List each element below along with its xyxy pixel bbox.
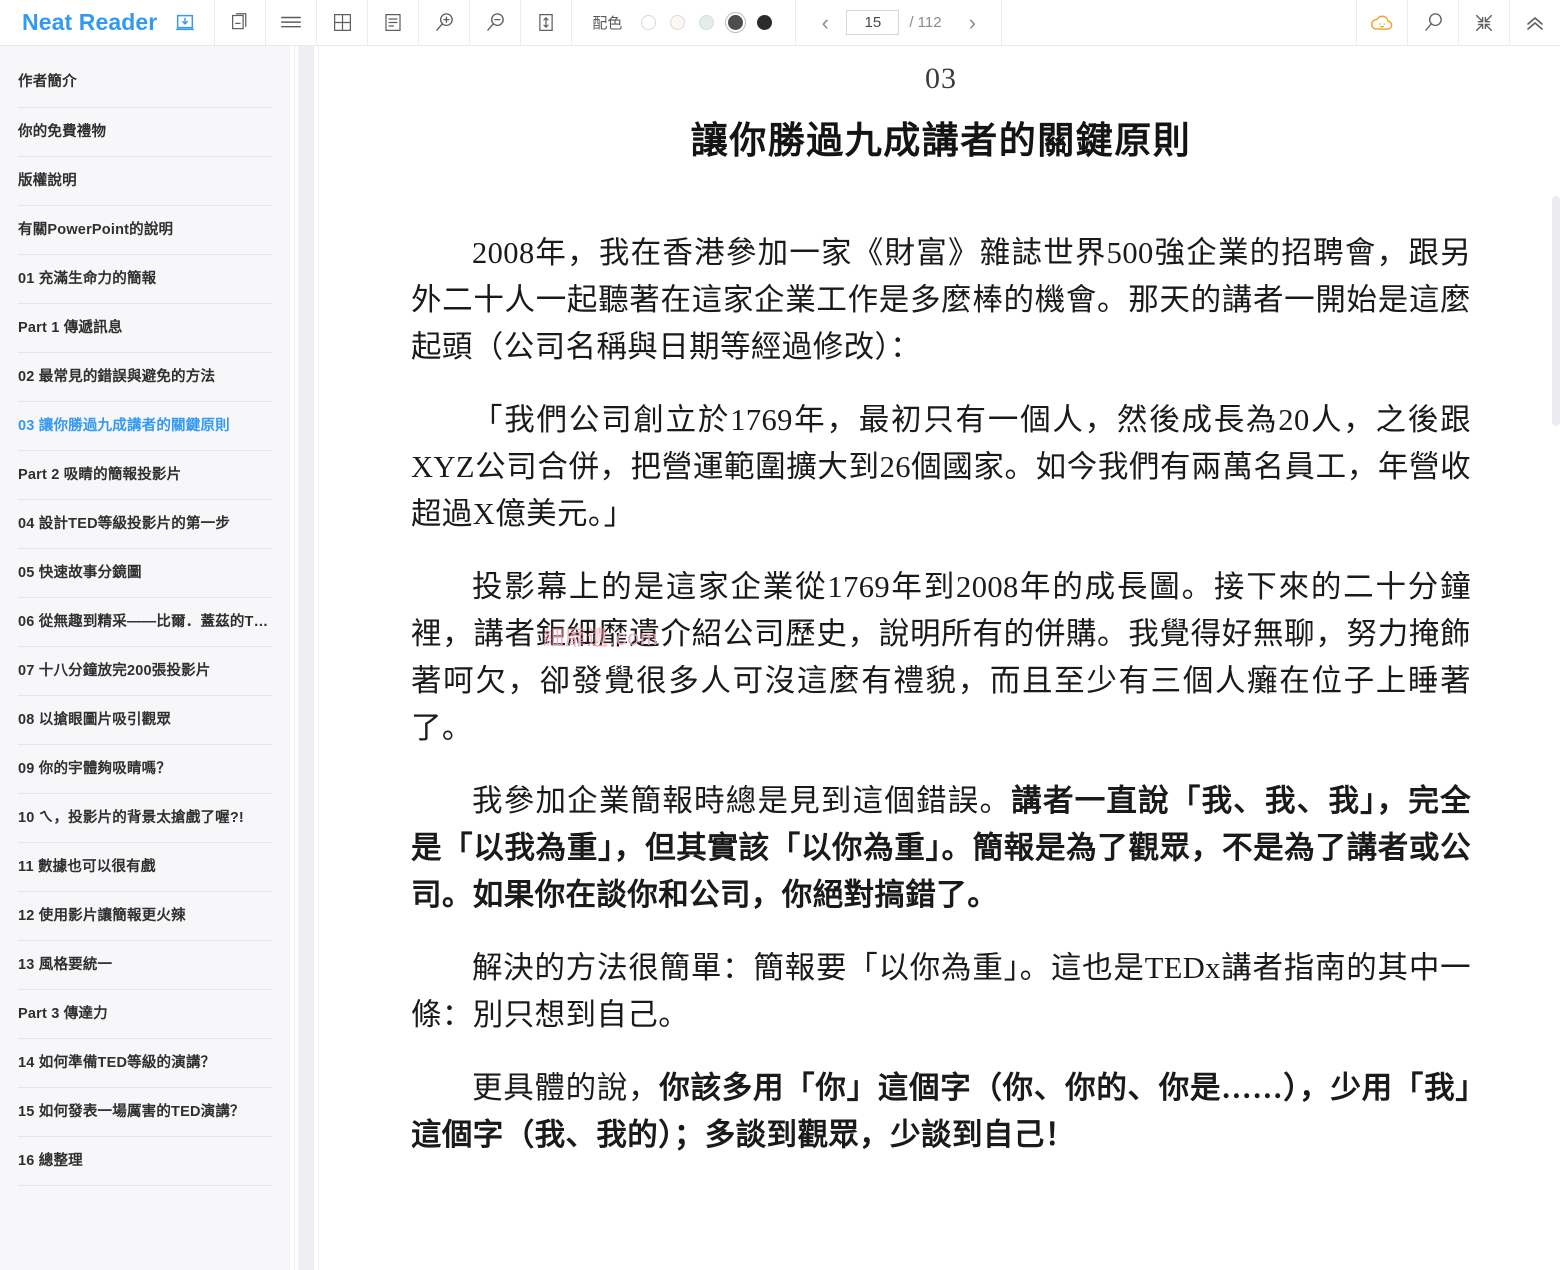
- theme-swatch-cream[interactable]: [670, 15, 686, 30]
- sidebar-toc[interactable]: 作者簡介 你的免費禮物 版權說明 有關PowerPoint的說明 01 充滿生命…: [0, 46, 290, 1270]
- gutter-line-left: [294, 46, 295, 1270]
- compress-icon[interactable]: [1459, 0, 1509, 46]
- paragraph-6-normal: 更具體的說，: [472, 1071, 660, 1105]
- prev-page-button[interactable]: ‹: [814, 10, 836, 36]
- theme-swatch-black[interactable]: [757, 15, 773, 30]
- sidebar-item-12[interactable]: 07 十八分鐘放完200張投影片: [18, 647, 272, 696]
- sidebar-item-5[interactable]: Part 1 傳遞訊息: [18, 304, 272, 353]
- line-height-icon[interactable]: [521, 0, 571, 46]
- paragraph-1: 2008年，我在香港參加一家《財富》雜誌世界500強企業的招聘會，跟另外二十人一…: [411, 236, 1471, 364]
- grid-view-icon[interactable]: [317, 0, 367, 46]
- sidebar-item-4[interactable]: 01 充滿生命力的簡報: [18, 255, 272, 304]
- sidebar-item-14[interactable]: 09 你的宇體夠吸睛嗎？: [18, 745, 272, 794]
- sidebar-item-3[interactable]: 有關PowerPoint的說明: [18, 206, 272, 255]
- color-theme-group: 配色: [572, 0, 795, 46]
- sidebar-item-15[interactable]: 10 ㄟ，投影片的背景太搶戲了喔?!: [18, 794, 272, 843]
- sidebar-item-9[interactable]: 04 設計TED等級投影片的第一步: [18, 500, 272, 549]
- paragraph-6: 更具體的說，你該多用「你」這個字（你、你的、你是……），少用「我」這個字（我、我…: [411, 1065, 1471, 1159]
- paragraph-3: 投影幕上的是這家企業從1769年到2008年的成長圖。接下來的二十分鐘裡，講者鉅…: [411, 570, 1471, 745]
- sidebar-item-21[interactable]: 15 如何發表一場厲害的TED演講？: [18, 1088, 272, 1137]
- sidebar-item-19[interactable]: Part 3 傳達力: [18, 990, 272, 1039]
- sidebar-item-16[interactable]: 11 數據也可以很有戲: [18, 843, 272, 892]
- sidebar-item-2[interactable]: 版權說明: [18, 157, 272, 206]
- paragraph-5: 解決的方法很簡單：簡報要「以你為重」。這也是TEDx講者指南的其中一條：別只想到…: [411, 951, 1471, 1032]
- paragraph-4: 我參加企業簡報時總是見到這個錯誤。講者一直說「我、我、我」，完全是「以我為重」，…: [411, 778, 1471, 919]
- theme-swatch-gray[interactable]: [728, 15, 744, 30]
- sidebar-item-7[interactable]: 03 讓你勝過九成講者的關鍵原則: [18, 402, 272, 451]
- sidebar-item-8[interactable]: Part 2 吸睛的簡報投影片: [18, 451, 272, 500]
- theme-swatch-green[interactable]: [699, 15, 715, 30]
- theme-swatch-white[interactable]: [641, 15, 657, 30]
- paragraph-2: 「我們公司創立於1769年，最初只有一個人，然後成長為20人，之後跟XYZ公司合…: [411, 403, 1471, 531]
- gutter-line-right: [318, 46, 319, 1270]
- sidebar-item-20[interactable]: 14 如何準備TED等級的演講？: [18, 1039, 272, 1088]
- gutter-track[interactable]: [298, 46, 314, 1270]
- two-page-layout-icon[interactable]: [215, 0, 265, 46]
- notes-icon[interactable]: [368, 0, 418, 46]
- reader-left-gutter: [290, 46, 330, 1270]
- sidebar-item-11[interactable]: 06 從無趣到精采——比爾．蓋茲的TE…: [18, 598, 272, 647]
- brand-area: Neat Reader: [0, 0, 214, 46]
- chapter-title: 讓你勝過九成講者的關鍵原則: [690, 120, 1192, 161]
- reader-pane: 03 讓你勝過九成講者的關鍵原則 2008年，我在香港參加一家《財富》雜誌世界5…: [330, 46, 1552, 1270]
- page-total-label: / 112: [909, 14, 942, 31]
- sidebar-item-22[interactable]: 16 總整理: [18, 1137, 272, 1186]
- toc-list: 作者簡介 你的免費禮物 版權說明 有關PowerPoint的說明 01 充滿生命…: [0, 46, 290, 1186]
- chapter-number: 03: [925, 62, 957, 95]
- search-icon[interactable]: [1408, 0, 1458, 46]
- chevron-up-double-icon[interactable]: [1510, 0, 1560, 46]
- zoom-in-icon[interactable]: [419, 0, 469, 46]
- reader-scrollbar-thumb[interactable]: [1552, 196, 1560, 426]
- zoom-out-icon[interactable]: [470, 0, 520, 46]
- sidebar-item-18[interactable]: 13 風格要統一: [18, 941, 272, 990]
- neat-reader-app: Neat Reader 配色 ‹ 15 / 112 › 作者簡介 你的免費禮物 …: [0, 0, 1560, 1270]
- paragraph-4-normal: 我參加企業簡報時總是見到這個錯誤。: [472, 784, 1012, 818]
- next-page-button[interactable]: ›: [961, 10, 983, 36]
- sidebar-item-6[interactable]: 02 最常見的錯誤與避免的方法: [18, 353, 272, 402]
- sidebar-item-1[interactable]: 你的免費禮物: [18, 108, 272, 157]
- list-view-icon[interactable]: [266, 0, 316, 46]
- import-book-icon[interactable]: [170, 0, 200, 46]
- top-toolbar: Neat Reader 配色 ‹ 15 / 112 ›: [0, 0, 1560, 46]
- sidebar-item-0[interactable]: 作者簡介: [18, 46, 272, 108]
- brand-name: Neat Reader: [22, 9, 158, 35]
- sidebar-item-10[interactable]: 05 快速故事分鏡圖: [18, 549, 272, 598]
- cloud-sync-icon[interactable]: [1357, 0, 1407, 46]
- sidebar-item-13[interactable]: 08 以搶眼圖片吸引觀眾: [18, 696, 272, 745]
- page-navigator: ‹ 15 / 112 ›: [796, 0, 1001, 46]
- sidebar-item-17[interactable]: 12 使用影片讓簡報更火辣: [18, 892, 272, 941]
- reader-scrollbar[interactable]: [1552, 46, 1560, 1270]
- book-page: 03 讓你勝過九成講者的關鍵原則 2008年，我在香港參加一家《財富》雜誌世界5…: [411, 46, 1471, 1159]
- palette-label: 配色: [592, 15, 623, 32]
- page-number-input[interactable]: 15: [846, 10, 900, 35]
